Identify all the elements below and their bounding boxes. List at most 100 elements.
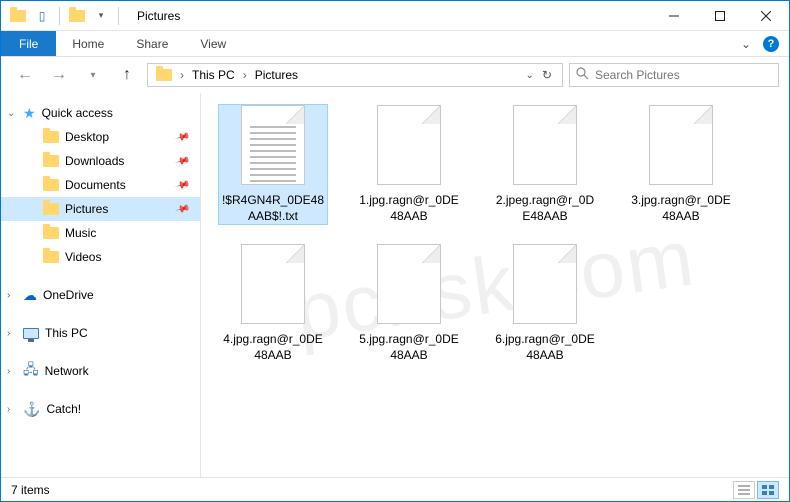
sidebar-item-network[interactable]: ›🖧Network bbox=[1, 359, 200, 383]
sidebar-item-music[interactable]: Music bbox=[1, 221, 200, 245]
titlebar: ▯ ▾ Pictures bbox=[1, 1, 789, 31]
sidebar-item-this-pc[interactable]: › This PC bbox=[1, 321, 200, 345]
file-item[interactable]: 1.jpg.ragn@r_0DE48AAB bbox=[355, 105, 463, 224]
file-item[interactable]: !$R4GN4R_0DE48AAB$!.txt bbox=[219, 105, 327, 224]
file-name: !$R4GN4R_0DE48AAB$!.txt bbox=[219, 193, 327, 224]
chevron-down-icon[interactable]: ⌄ bbox=[7, 108, 15, 119]
ribbon-file-tab[interactable]: File bbox=[1, 31, 56, 56]
chevron-right-icon[interactable]: › bbox=[7, 290, 10, 301]
folder-icon bbox=[43, 251, 59, 263]
cloud-icon: ☁ bbox=[23, 287, 37, 304]
sidebar-item-documents[interactable]: Documents 📌 bbox=[1, 173, 200, 197]
sidebar-item-label: Network bbox=[45, 364, 89, 378]
search-icon bbox=[576, 67, 589, 83]
icons-view-button[interactable] bbox=[757, 481, 779, 499]
status-bar: 7 items bbox=[1, 477, 789, 501]
nav-quick-access: ⌄ ★ Quick access Desktop📌Downloads📌Docum… bbox=[1, 101, 200, 269]
text-file-icon bbox=[241, 105, 305, 185]
sidebar-item-label: Videos bbox=[65, 250, 101, 264]
ribbon-tab-view[interactable]: View bbox=[184, 31, 242, 56]
pin-icon: 📌 bbox=[174, 177, 190, 193]
ribbon-tab-share[interactable]: Share bbox=[120, 31, 184, 56]
qat-dropdown-icon[interactable]: ▾ bbox=[90, 5, 112, 27]
chevron-right-icon[interactable]: › bbox=[7, 404, 10, 415]
file-name: 2.jpeg.ragn@r_0DE48AAB bbox=[491, 193, 599, 224]
sidebar-item-label: Downloads bbox=[65, 154, 124, 168]
folder-icon bbox=[43, 203, 59, 215]
ribbon: File Home Share View ⌄ ? bbox=[1, 31, 789, 57]
sidebar-item-label: Desktop bbox=[65, 130, 109, 144]
file-item[interactable]: 6.jpg.ragn@r_0DE48AAB bbox=[491, 244, 599, 363]
separator bbox=[59, 7, 60, 25]
ribbon-tab-home[interactable]: Home bbox=[56, 31, 120, 56]
breadcrumb-dropdown-icon[interactable]: ⌄ bbox=[526, 70, 534, 81]
separator bbox=[118, 7, 119, 25]
blank-file-icon bbox=[377, 105, 441, 185]
blank-file-icon bbox=[241, 244, 305, 324]
chevron-right-icon[interactable]: › bbox=[7, 366, 10, 377]
close-button[interactable] bbox=[743, 1, 789, 31]
file-item[interactable]: 2.jpeg.ragn@r_0DE48AAB bbox=[491, 105, 599, 224]
search-input[interactable]: Search Pictures bbox=[569, 63, 779, 87]
breadcrumb[interactable]: › This PC › Pictures ⌄ ↻ bbox=[147, 63, 563, 87]
hook-icon: ⚓ bbox=[23, 401, 40, 418]
window-controls bbox=[651, 1, 789, 31]
search-placeholder: Search Pictures bbox=[595, 68, 680, 82]
quick-access-toolbar: ▯ ▾ bbox=[1, 5, 129, 27]
file-name: 1.jpg.ragn@r_0DE48AAB bbox=[355, 193, 463, 224]
window-title: Pictures bbox=[129, 9, 651, 23]
refresh-icon[interactable]: ↻ bbox=[542, 68, 552, 82]
sidebar-item-label: OneDrive bbox=[43, 288, 94, 302]
forward-button[interactable]: → bbox=[45, 61, 73, 89]
sidebar-item-label: Catch! bbox=[46, 402, 81, 416]
recent-dropdown[interactable]: ▾ bbox=[79, 61, 107, 89]
chevron-right-icon[interactable]: › bbox=[241, 68, 249, 82]
chevron-right-icon[interactable]: › bbox=[178, 68, 186, 82]
file-item[interactable]: 3.jpg.ragn@r_0DE48AAB bbox=[627, 105, 735, 224]
maximize-button[interactable] bbox=[697, 1, 743, 31]
sidebar-item-catch-[interactable]: › ⚓ Catch! bbox=[1, 397, 200, 421]
file-name: 4.jpg.ragn@r_0DE48AAB bbox=[219, 332, 327, 363]
quick-access-header[interactable]: ⌄ ★ Quick access bbox=[1, 101, 200, 125]
file-item[interactable]: 4.jpg.ragn@r_0DE48AAB bbox=[219, 244, 327, 363]
body: ⌄ ★ Quick access Desktop📌Downloads📌Docum… bbox=[1, 93, 789, 477]
file-list[interactable]: pcrisk.com !$R4GN4R_0DE48AAB$!.txt1.jpg.… bbox=[201, 93, 789, 477]
pin-icon: 📌 bbox=[174, 201, 190, 217]
blank-file-icon bbox=[649, 105, 713, 185]
pin-icon: 📌 bbox=[174, 153, 190, 169]
sidebar-item-label: Documents bbox=[65, 178, 126, 192]
status-text: 7 items bbox=[11, 483, 50, 497]
folder-icon bbox=[66, 5, 88, 27]
monitor-icon bbox=[23, 328, 39, 339]
minimize-button[interactable] bbox=[651, 1, 697, 31]
star-icon: ★ bbox=[23, 105, 36, 122]
sidebar-item-onedrive[interactable]: › ☁ OneDrive bbox=[1, 283, 200, 307]
quick-access-label: Quick access bbox=[42, 106, 113, 120]
breadcrumb-segment[interactable]: Pictures bbox=[251, 68, 302, 82]
chevron-right-icon[interactable]: › bbox=[7, 328, 10, 339]
ribbon-collapse-icon[interactable]: ⌄ bbox=[741, 37, 751, 51]
navigation-pane[interactable]: ⌄ ★ Quick access Desktop📌Downloads📌Docum… bbox=[1, 93, 201, 477]
file-name: 6.jpg.ragn@r_0DE48AAB bbox=[491, 332, 599, 363]
sidebar-item-videos[interactable]: Videos bbox=[1, 245, 200, 269]
folder-icon bbox=[43, 227, 59, 239]
folder-icon bbox=[43, 179, 59, 191]
details-view-button[interactable] bbox=[733, 481, 755, 499]
properties-icon[interactable]: ▯ bbox=[31, 5, 53, 27]
file-name: 3.jpg.ragn@r_0DE48AAB bbox=[627, 193, 735, 224]
sidebar-item-desktop[interactable]: Desktop📌 bbox=[1, 125, 200, 149]
breadcrumb-root-icon[interactable] bbox=[152, 69, 176, 81]
sidebar-item-downloads[interactable]: Downloads 📌 bbox=[1, 149, 200, 173]
sidebar-item-label: This PC bbox=[45, 326, 88, 340]
file-item[interactable]: 5.jpg.ragn@r_0DE48AAB bbox=[355, 244, 463, 363]
breadcrumb-segment[interactable]: This PC bbox=[188, 68, 239, 82]
back-button[interactable]: ← bbox=[11, 61, 39, 89]
sidebar-item-label: Pictures bbox=[65, 202, 108, 216]
up-button[interactable]: ↑ bbox=[113, 61, 141, 89]
address-bar: ← → ▾ ↑ › This PC › Pictures ⌄ ↻ Search … bbox=[1, 57, 789, 93]
folder-icon bbox=[7, 5, 29, 27]
folder-icon bbox=[43, 131, 59, 143]
folder-icon bbox=[43, 155, 59, 167]
sidebar-item-pictures[interactable]: Pictures 📌 bbox=[1, 197, 200, 221]
help-icon[interactable]: ? bbox=[763, 36, 779, 52]
